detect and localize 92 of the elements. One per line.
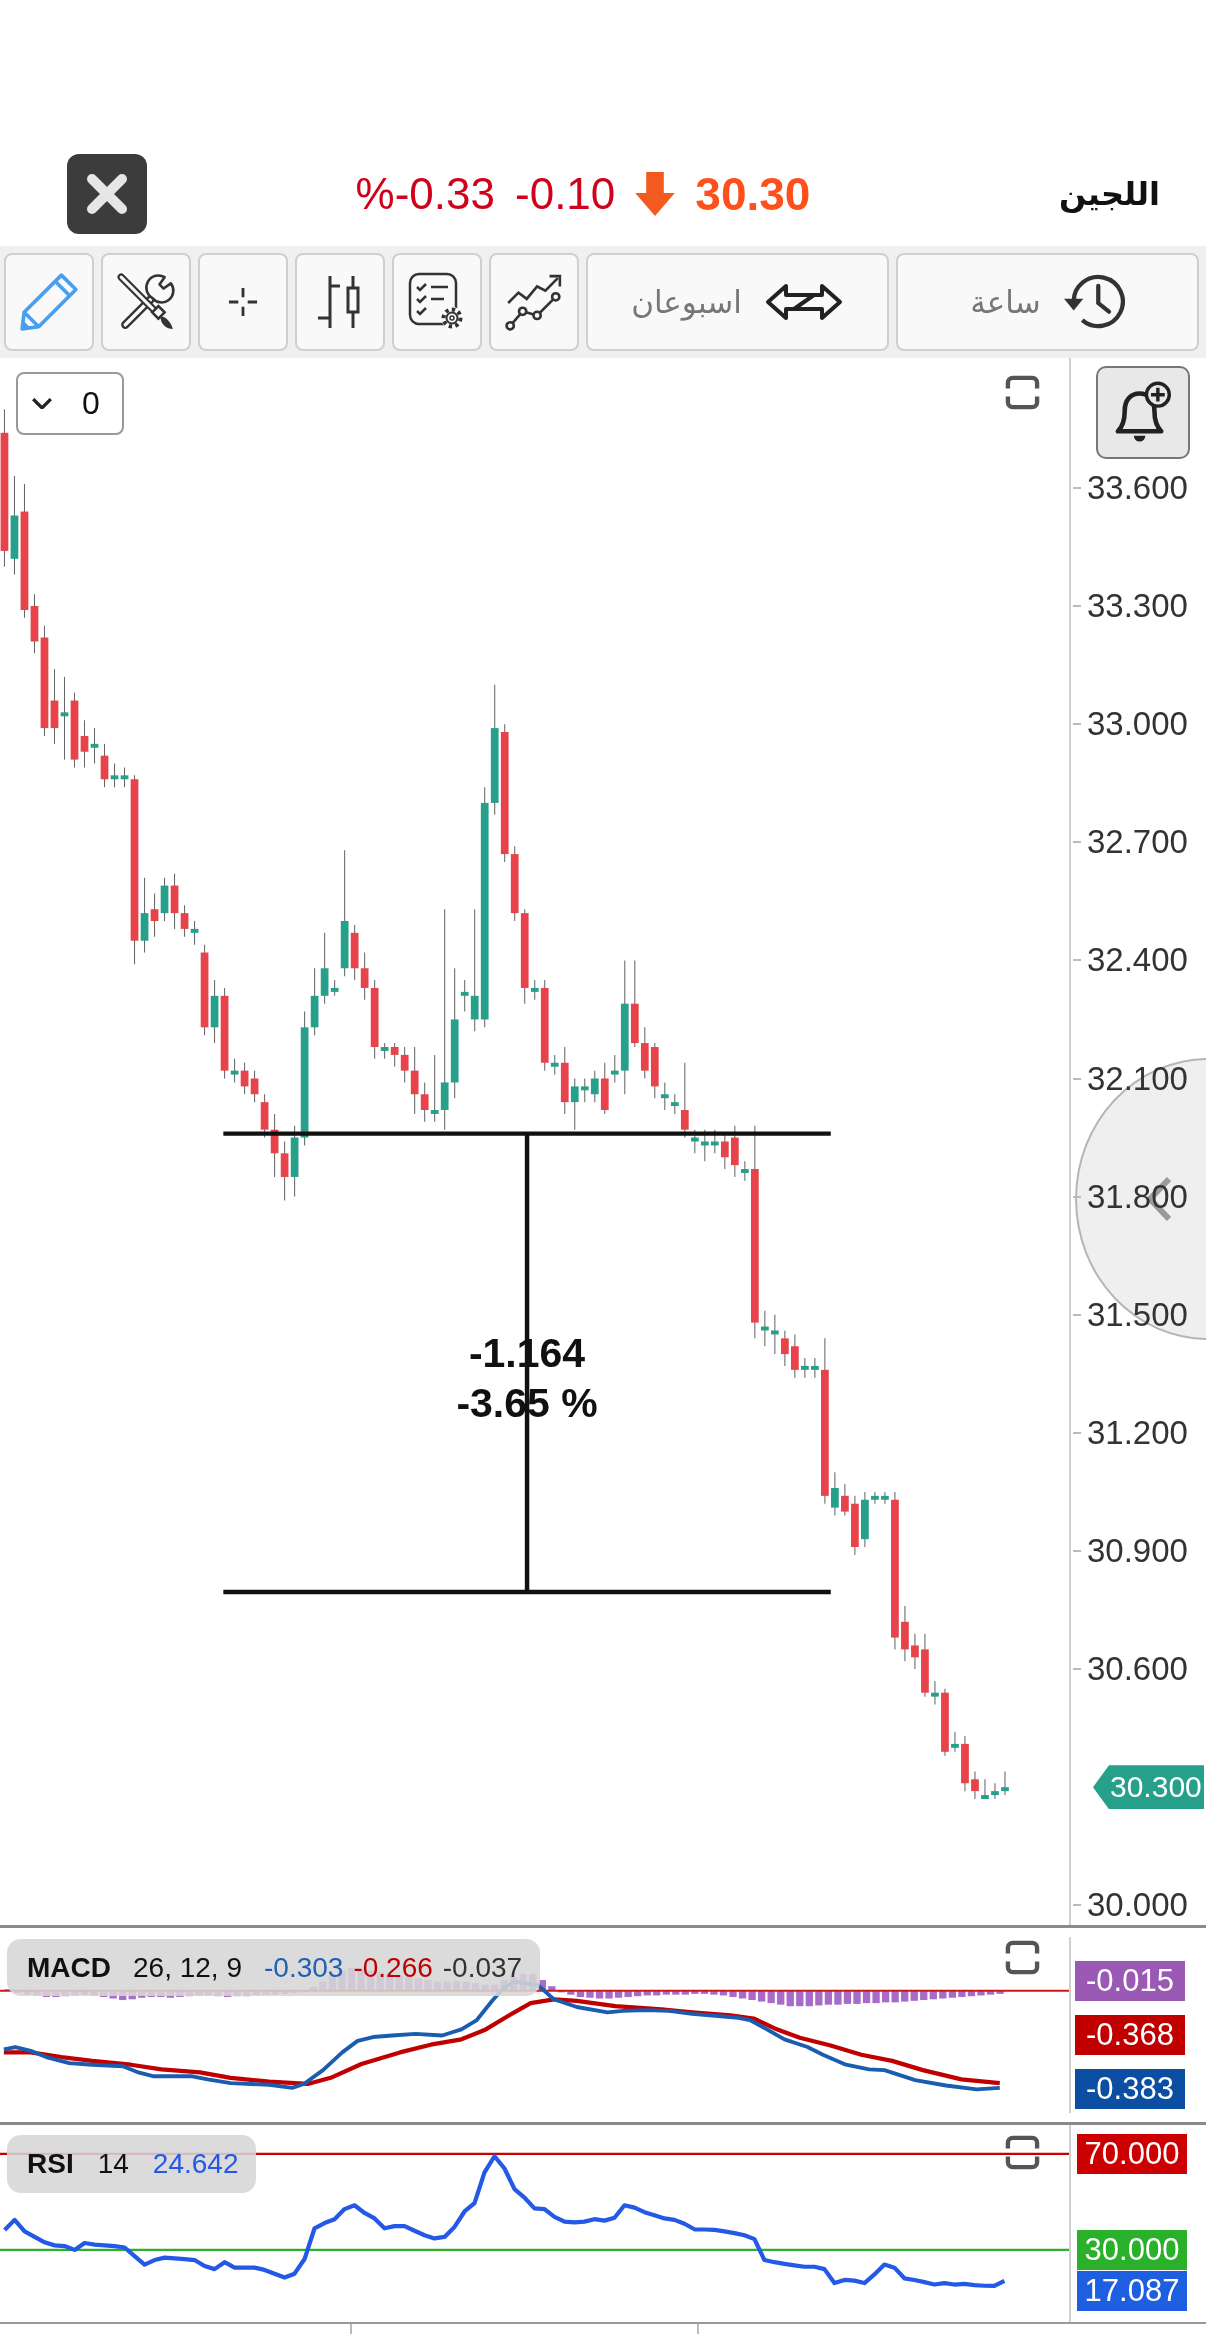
- interval-button[interactable]: ساعة: [896, 253, 1199, 351]
- indicator-name: MACD: [27, 1951, 111, 1984]
- fullscreen-icon[interactable]: [1005, 1940, 1040, 1975]
- level-tag: 30.000: [1077, 2229, 1187, 2270]
- toolbar-button[interactable]: [295, 253, 385, 351]
- wrench-brush-icon: [116, 272, 176, 332]
- candlestick: [410, 1046, 419, 1115]
- candlestick: [470, 908, 479, 1032]
- candlestick: [660, 1081, 669, 1111]
- pencil-icon: [19, 272, 79, 332]
- histogram-bar: [595, 1990, 604, 1999]
- value-tag: 17.087: [1077, 2271, 1187, 2311]
- candlestick: [871, 1491, 879, 1505]
- close-button[interactable]: [67, 154, 147, 234]
- candlestick: [1001, 1770, 1009, 1796]
- toolbar-button[interactable]: [392, 253, 482, 351]
- candlestick: [430, 1054, 439, 1123]
- candlestick: [90, 727, 99, 765]
- indicator-params: 26, 12, 9: [133, 1951, 242, 1984]
- candlestick: [791, 1333, 799, 1379]
- layer-dropdown[interactable]: 0: [16, 372, 124, 435]
- fullscreen-icon[interactable]: [1005, 375, 1040, 410]
- candlestick: [530, 979, 539, 1001]
- candlestick: [390, 1042, 399, 1068]
- value-tag: -0.015: [1075, 1961, 1185, 2001]
- indicator-value: -0.303: [264, 1951, 344, 1984]
- candlestick: [991, 1782, 999, 1800]
- candlestick: [931, 1680, 939, 1706]
- indicator-value: -0.037: [442, 1951, 523, 1984]
- candlestick: [720, 1133, 729, 1170]
- period-button[interactable]: اسبوعان: [586, 253, 889, 351]
- candlestick: [971, 1770, 979, 1800]
- candlestick: [150, 892, 159, 938]
- histogram-bar: [862, 1990, 871, 2004]
- candlestick: [911, 1633, 919, 1670]
- last-price: 30.30: [695, 167, 811, 221]
- candlestick: [740, 1160, 749, 1182]
- candlestick: [110, 763, 119, 788]
- candlestick: [680, 1062, 689, 1139]
- candlestick: [951, 1731, 959, 1753]
- candlestick: [590, 1070, 599, 1103]
- candlestick: [801, 1357, 809, 1379]
- candlestick: [550, 1054, 559, 1076]
- candlestick: [230, 1058, 239, 1083]
- candlestick: [670, 1093, 679, 1115]
- candlestick: [120, 766, 129, 788]
- candlestick: [180, 904, 189, 938]
- histogram-bar: [738, 1990, 747, 1999]
- candlestick: [811, 1357, 819, 1379]
- indicator-value: 24.642: [152, 2148, 239, 2180]
- fullscreen-icon[interactable]: [1005, 2135, 1040, 2170]
- swap-arrows-icon: [763, 282, 844, 322]
- bell-plus-icon: [1113, 380, 1173, 445]
- candlestick: [580, 1077, 589, 1103]
- candlestick: [770, 1314, 779, 1355]
- indicator-name: RSI: [27, 2148, 74, 2180]
- candlestick: [460, 979, 469, 1013]
- candlestick: [881, 1491, 889, 1505]
- alert-button[interactable]: [1096, 366, 1190, 459]
- candlestick: [690, 1129, 699, 1154]
- histogram-bar: [843, 1990, 852, 2004]
- candlestick: [610, 1054, 619, 1083]
- candlestick: [190, 920, 199, 946]
- value-tag: -0.368: [1075, 2015, 1185, 2055]
- histogram-bar: [824, 1990, 833, 2005]
- candlestick: [570, 1077, 579, 1131]
- indicator-params: 14: [97, 2148, 129, 2180]
- crosshair-icon: [228, 287, 258, 317]
- candlestick: [841, 1483, 849, 1517]
- symbol-name: اللجين: [1059, 175, 1160, 213]
- indicator-value: -0.266: [353, 1951, 433, 1984]
- history-icon: [1062, 273, 1125, 331]
- percent-change: %-0.33: [355, 169, 495, 219]
- measure-bracket[interactable]: [223, 1131, 831, 1595]
- price-change: -0.10: [515, 169, 616, 219]
- level-tag: 70.000: [1077, 2133, 1187, 2174]
- toolbar-button[interactable]: [101, 253, 191, 351]
- close-icon: [87, 174, 127, 214]
- candlestick: [360, 952, 369, 1001]
- candlestick: [280, 1140, 289, 1202]
- value-tag: -0.383: [1075, 2069, 1185, 2109]
- candlestick: [60, 676, 69, 761]
- candlestick: [420, 1081, 429, 1123]
- line-chart-icon: [504, 272, 564, 332]
- candlestick: [80, 719, 89, 768]
- toolbar-button[interactable]: [489, 253, 579, 351]
- chevron-down-icon: [32, 398, 52, 409]
- histogram-bar: [881, 1990, 890, 2003]
- candlestick: [400, 1046, 409, 1083]
- candlestick: [831, 1471, 839, 1517]
- candlestick: [781, 1329, 789, 1367]
- last-price-tag: 30.300: [1093, 1765, 1204, 1810]
